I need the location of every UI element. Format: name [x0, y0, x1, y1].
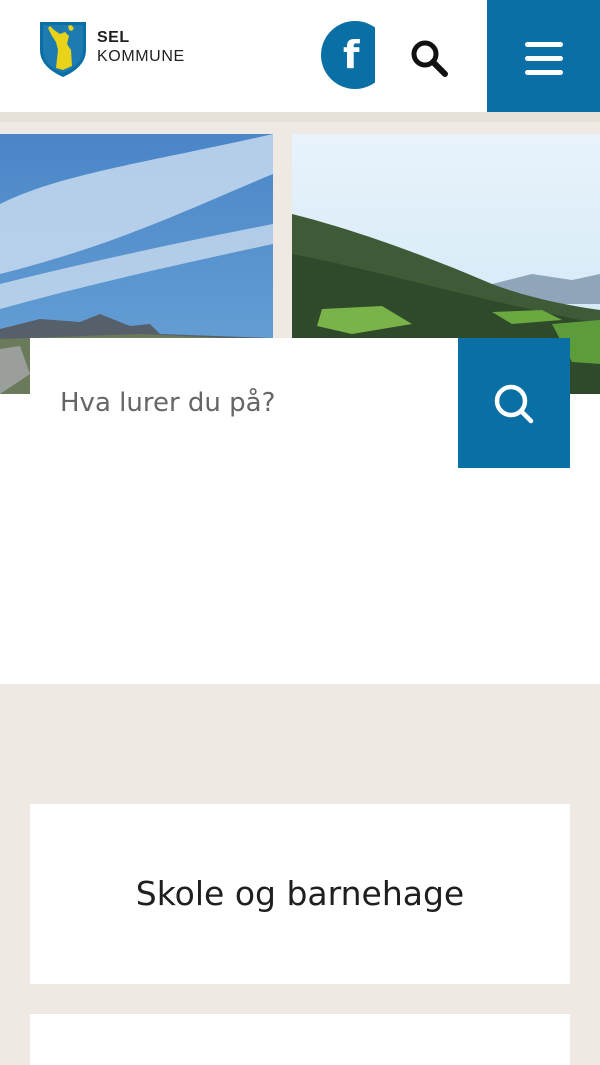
- site-header: SEL KOMMUNE f: [0, 0, 600, 112]
- search-icon: [494, 384, 534, 424]
- card-skole-og-barnehage[interactable]: Skole og barnehage: [30, 804, 570, 984]
- search-icon: [411, 40, 448, 77]
- header-divider: [0, 112, 600, 122]
- sel-kommune-logo[interactable]: SEL KOMMUNE: [38, 20, 208, 80]
- header-search-button[interactable]: [407, 36, 453, 82]
- card-next[interactable]: [30, 1014, 570, 1065]
- logo-subtitle: KOMMUNE: [97, 48, 185, 65]
- coat-of-arms-icon: [40, 22, 86, 77]
- logo-text: SEL KOMMUNE: [97, 30, 185, 65]
- shortcut-section: Skole og barnehage: [0, 684, 600, 1065]
- menu-button[interactable]: [487, 0, 600, 112]
- search-box: [30, 338, 458, 468]
- facebook-link[interactable]: f: [321, 21, 375, 89]
- logo-title: SEL: [97, 29, 130, 46]
- card-label: Skole og barnehage: [135, 874, 465, 913]
- search-submit-button[interactable]: [458, 338, 570, 468]
- facebook-icon-letter: f: [343, 33, 360, 77]
- search-input[interactable]: [30, 338, 458, 468]
